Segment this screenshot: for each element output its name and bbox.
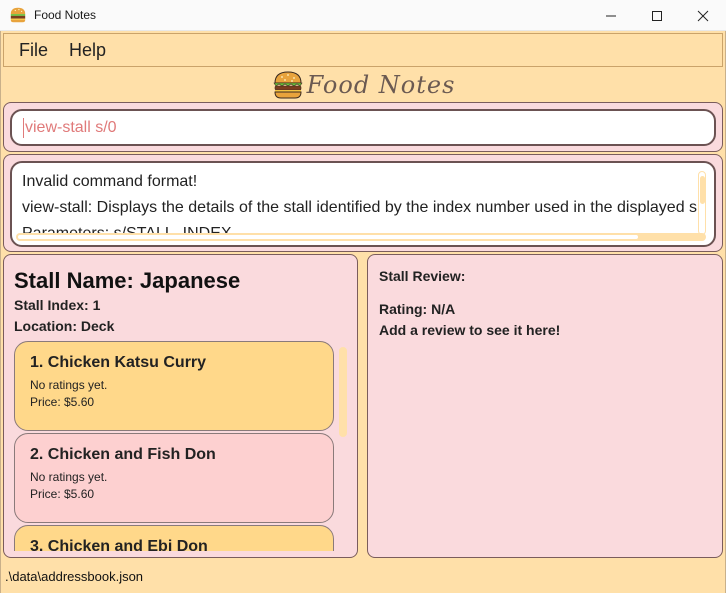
result-display-panel: Invalid command format! view-stall: Disp… — [3, 154, 723, 252]
text-caret — [23, 117, 24, 138]
command-input-value: view-stall s/0 — [25, 118, 117, 136]
stall-name: Stall Name: Japanese — [14, 268, 241, 293]
close-button[interactable] — [680, 0, 726, 31]
result-line: view-stall: Displays the details of the … — [22, 199, 698, 216]
scrollbar-thumb[interactable] — [18, 235, 638, 239]
stall-detail-panel: Stall Name: Japanese Stall Index: 1 Loca… — [3, 254, 358, 558]
menu-item-card[interactable]: 3. Chicken and Ebi Don — [14, 525, 334, 551]
window-titlebar: Food Notes — [0, 0, 726, 31]
menu-file[interactable]: File — [19, 40, 48, 61]
result-line: Invalid command format! — [22, 173, 198, 190]
window-controls — [588, 0, 726, 31]
save-file-path: .\data\addressbook.json — [5, 568, 144, 584]
burger-logo-icon — [273, 71, 303, 99]
result-vertical-scrollbar[interactable] — [698, 171, 706, 235]
maximize-button[interactable] — [634, 0, 680, 31]
menu-item-list[interactable]: 1. Chicken Katsu Curry No ratings yet. P… — [14, 341, 335, 551]
stall-review-panel: Stall Review: Rating: N/A Add a review t… — [367, 254, 723, 558]
menu-bar: File Help — [3, 33, 723, 67]
result-horizontal-scrollbar[interactable] — [16, 233, 706, 241]
review-hint: Add a review to see it here! — [379, 322, 561, 338]
maximize-icon — [652, 10, 662, 21]
menu-item-price: Price: $5.60 — [30, 395, 95, 409]
menu-item-card[interactable]: 1. Chicken Katsu Curry No ratings yet. P… — [14, 341, 334, 431]
menu-list-scrollbar[interactable] — [339, 347, 347, 437]
window-title: Food Notes — [34, 8, 97, 22]
review-rating: Rating: N/A — [379, 301, 456, 317]
review-title: Stall Review: — [379, 268, 466, 284]
menu-item-name: 1. Chicken Katsu Curry — [30, 354, 207, 371]
menu-item-price: Price: $5.60 — [30, 487, 95, 501]
minimize-button[interactable] — [588, 0, 634, 31]
logo-text: Food Notes — [306, 71, 456, 99]
menu-item-card[interactable]: 2. Chicken and Fish Don No ratings yet. … — [14, 433, 334, 523]
menu-item-rating: No ratings yet. — [30, 378, 108, 392]
command-input[interactable]: view-stall s/0 — [10, 109, 716, 146]
command-box-panel: view-stall s/0 — [3, 102, 723, 152]
scrollbar-thumb[interactable] — [700, 176, 705, 204]
close-icon — [697, 10, 709, 21]
minimize-icon — [606, 15, 616, 16]
status-bar: .\data\addressbook.json — [3, 561, 723, 591]
burger-app-icon — [10, 7, 26, 23]
menu-item-rating: No ratings yet. — [30, 470, 108, 484]
stall-index: Stall Index: 1 — [14, 297, 101, 313]
stall-location: Location: Deck — [14, 318, 115, 334]
logo-header: Food Notes — [1, 69, 726, 101]
app-window: File Help Food Notes view-stall s/0 Inva… — [0, 31, 726, 593]
menu-item-name: 3. Chicken and Ebi Don — [30, 538, 208, 551]
menu-item-name: 2. Chicken and Fish Don — [30, 446, 216, 463]
menu-help[interactable]: Help — [69, 40, 106, 61]
result-display[interactable]: Invalid command format! view-stall: Disp… — [10, 161, 716, 247]
